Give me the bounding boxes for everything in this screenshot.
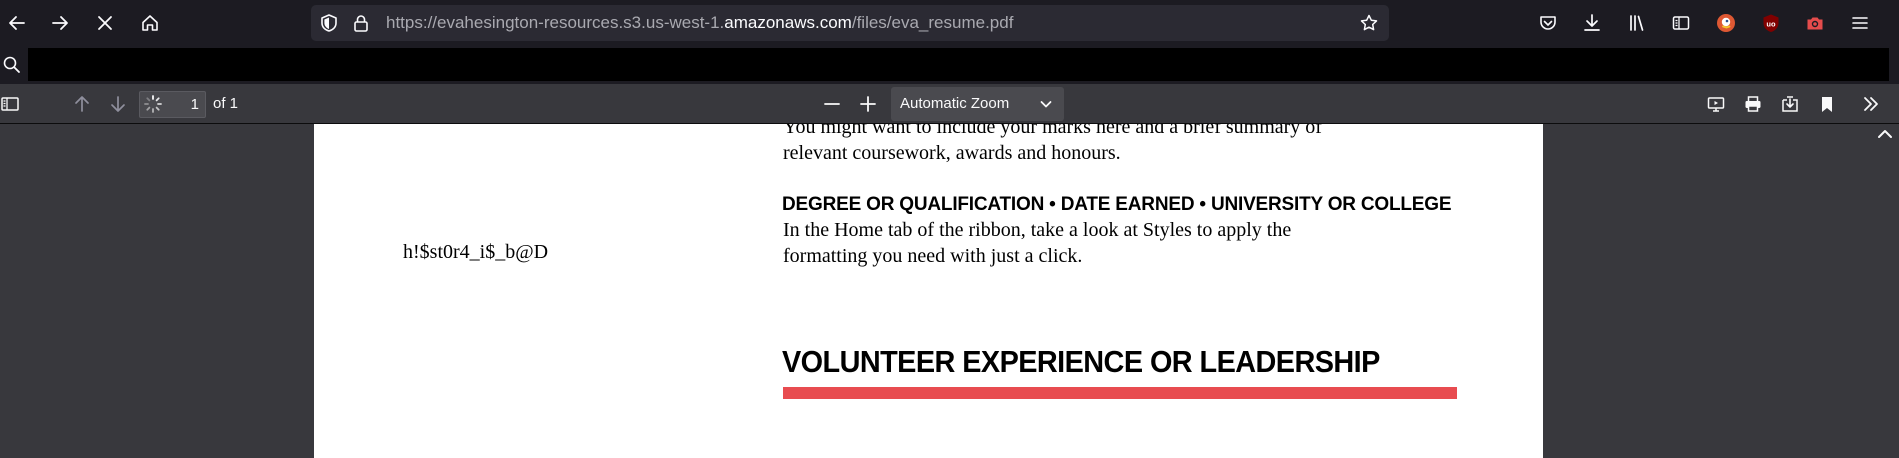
next-page-button[interactable]: [104, 90, 132, 118]
side-note-text: h!$st0r4_i$_b@D: [403, 241, 549, 263]
chevron-down-icon: [1040, 101, 1052, 108]
downloads-icon: [1584, 14, 1600, 31]
save-icon: [1782, 96, 1798, 112]
stop-icon: [98, 16, 112, 30]
arrow-up-icon: [75, 96, 89, 112]
url-bar[interactable]: https://evahesington-resources.s3.us-wes…: [311, 5, 1389, 41]
find-input[interactable]: [28, 48, 1889, 81]
bookmark-star-icon[interactable]: [1359, 13, 1379, 33]
svg-text:uo: uo: [1766, 20, 1776, 29]
url-text[interactable]: https://evahesington-resources.s3.us-wes…: [386, 5, 1013, 41]
zoom-select-value: Automatic Zoom: [900, 95, 1010, 112]
url-prefix: https://evahesington-resources.s3.us-wes…: [386, 13, 725, 32]
pdf-viewer[interactable]: You might want to include your marks her…: [0, 124, 1899, 458]
pocket-button[interactable]: [1534, 9, 1562, 37]
find-bar: [0, 45, 1899, 84]
url-path: /files/eva_resume.pdf: [851, 13, 1014, 32]
plus-icon: [860, 96, 876, 112]
summary-line-2: relevant coursework, awards and honours.: [783, 142, 1121, 164]
screenshot-button[interactable]: [1801, 9, 1829, 37]
camera-icon: [1807, 17, 1823, 30]
stop-button[interactable]: [91, 9, 119, 37]
arrow-down-icon: [111, 96, 125, 112]
ublock-origin-icon: uo: [1763, 14, 1779, 32]
zoom-select[interactable]: Automatic Zoom: [891, 87, 1064, 121]
previous-page-button[interactable]: [68, 90, 96, 118]
summary-line-1: You might want to include your marks her…: [783, 124, 1322, 138]
app-menu-button[interactable]: [1846, 9, 1874, 37]
home-icon: [142, 15, 158, 31]
presentation-mode-button[interactable]: [1702, 90, 1730, 118]
save-button[interactable]: [1776, 90, 1804, 118]
pdf-toolbar: of 1 Automatic Zoom: [0, 84, 1899, 124]
back-button[interactable]: [3, 9, 31, 37]
double-chevron-right-icon: [1864, 97, 1878, 111]
zoom-out-button[interactable]: [818, 90, 846, 118]
duckduckgo-icon: [1717, 14, 1735, 32]
page-count: of 1: [213, 95, 239, 112]
body-line-1: In the Home tab of the ribbon, take a lo…: [783, 219, 1292, 241]
pdf-page: You might want to include your marks her…: [314, 124, 1543, 458]
url-domain: amazonaws.com: [724, 13, 852, 32]
sidebar-button[interactable]: [1667, 9, 1695, 37]
pocket-icon: [1540, 16, 1556, 30]
library-button[interactable]: [1623, 9, 1651, 37]
bookmark-button[interactable]: [1813, 90, 1841, 118]
minus-icon: [824, 103, 840, 105]
toggle-sidebar-button[interactable]: [0, 90, 24, 118]
duckduckgo-extension-button[interactable]: [1712, 9, 1740, 37]
print-button[interactable]: [1739, 90, 1767, 118]
forward-button[interactable]: [46, 9, 74, 37]
loading-spinner-icon: [144, 95, 162, 113]
hamburger-menu-icon: [1852, 17, 1868, 29]
downloads-button[interactable]: [1578, 9, 1606, 37]
sidebar-icon: [1672, 16, 1690, 30]
scrollbar[interactable]: [1871, 124, 1899, 458]
lock-icon[interactable]: [351, 13, 371, 33]
search-icon: [3, 56, 20, 73]
body-line-2: formatting you need with just a click.: [783, 245, 1083, 267]
sidebar-toggle-icon: [1, 97, 19, 111]
library-icon: [1630, 15, 1644, 31]
browser-toolbar: https://evahesington-resources.s3.us-wes…: [0, 0, 1899, 45]
tools-button[interactable]: [1857, 90, 1885, 118]
section-heading: VOLUNTEER EXPERIENCE OR LEADERSHIP: [782, 344, 1380, 379]
back-arrow-icon: [9, 16, 25, 30]
ublock-origin-button[interactable]: uo: [1757, 9, 1785, 37]
print-icon: [1745, 96, 1761, 112]
zoom-in-button[interactable]: [854, 90, 882, 118]
tracking-protection-shield-icon[interactable]: [319, 13, 339, 33]
degree-heading: DEGREE OR QUALIFICATION • DATE EARNED • …: [782, 194, 1452, 215]
forward-arrow-icon: [52, 16, 68, 30]
scroll-up-chevron-icon[interactable]: [1875, 126, 1895, 142]
home-button[interactable]: [136, 9, 164, 37]
bookmark-icon: [1822, 97, 1832, 112]
presentation-icon: [1707, 97, 1725, 112]
section-accent-rule: [783, 387, 1457, 399]
